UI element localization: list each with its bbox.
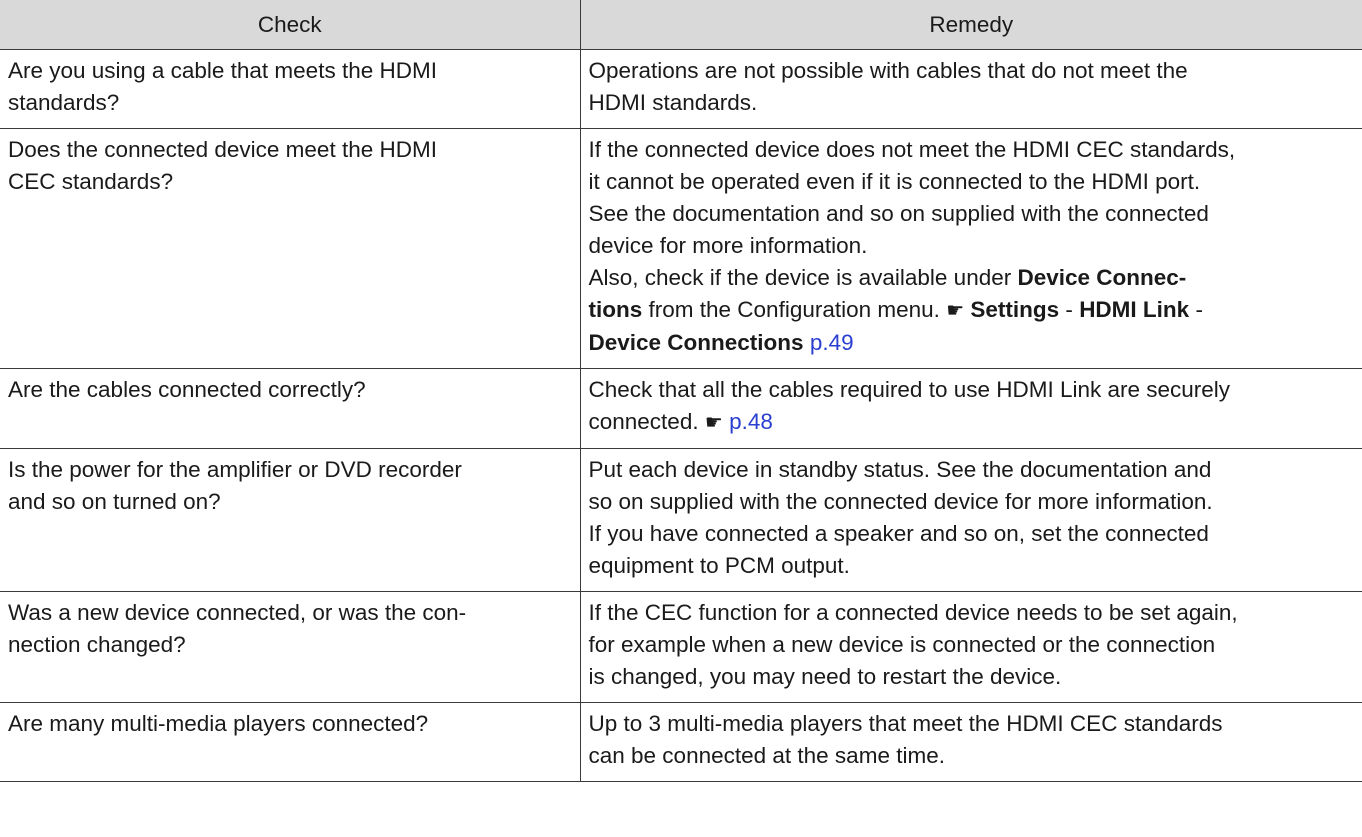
remedy-text: it cannot be operated even if it is conn… (588, 169, 1201, 194)
table-header-row: Check Remedy (0, 0, 1362, 50)
remedy-cell: Check that all the cables required to us… (579, 368, 1362, 449)
table-row: Was a new device connected, or was the c… (0, 591, 1362, 703)
pointing-hand-icon: ☛ (946, 300, 965, 322)
menu-item-device-connections: Device Connec- (1017, 265, 1187, 290)
table-row: Are the cables connected correctly? Chec… (0, 368, 1362, 449)
menu-item-device-connections: tions (588, 297, 643, 322)
remedy-text: Also, check if the device is available u… (589, 262, 1362, 294)
table-row: Does the connected device meet the HDMI … (0, 128, 1362, 369)
check-cell: Are many multi-media players connected? (0, 702, 581, 782)
remedy-text: for example when a new device is connect… (588, 632, 1216, 657)
check-text: Are you using a cable that meets the HDM… (8, 58, 437, 83)
remedy-text: If you have connected a speaker and so o… (588, 521, 1209, 546)
remedy-text: Up to 3 multi-media players that meet th… (588, 711, 1223, 736)
check-text: Does the connected device meet the HDMI (8, 137, 437, 162)
table-row: Are many multi-media players connected? … (0, 702, 1362, 782)
remedy-cell: Operations are not possible with cables … (579, 49, 1362, 129)
menu-path-hdmi-link: HDMI Link (1079, 297, 1190, 322)
check-text: and so on turned on? (8, 489, 221, 514)
remedy-text: If the connected device does not meet th… (588, 137, 1236, 162)
page-reference-link[interactable]: p.49 (810, 330, 854, 355)
remedy-text: is changed, you may need to restart the … (588, 664, 1062, 689)
table-row: Are you using a cable that meets the HDM… (0, 49, 1362, 129)
remedy-text: device for more information. (588, 233, 868, 258)
remedy-text: See the documentation and so on supplied… (588, 201, 1209, 226)
remedy-text: tions from the Configuration menu. ☛ Set… (589, 294, 1362, 327)
check-text: Are many multi-media players connected? (8, 711, 429, 736)
check-cell: Are the cables connected correctly? (0, 368, 581, 449)
pointing-hand-icon: ☛ (704, 412, 723, 434)
check-cell: Was a new device connected, or was the c… (0, 591, 581, 703)
remedy-text: so on supplied with the connected device… (588, 489, 1213, 514)
remedy-cell: If the connected device does not meet th… (579, 128, 1362, 369)
column-header-check: Check (0, 0, 581, 50)
remedy-text: from the Configuration menu. (648, 297, 940, 322)
remedy-text: can be connected at the same time. (588, 743, 945, 768)
remedy-cell: If the CEC function for a connected devi… (579, 591, 1362, 703)
check-text: nection changed? (8, 632, 186, 657)
check-text: Was a new device connected, or was the c… (8, 600, 467, 625)
troubleshooting-table: Check Remedy Are you using a cable that … (0, 0, 1362, 782)
remedy-text: connected. ☛ p.48 (589, 406, 1362, 439)
remedy-text: Put each device in standby status. See t… (588, 457, 1212, 482)
menu-path-device-connections: Device Connections (588, 330, 804, 355)
remedy-text: Device Connections p.49 (589, 327, 1362, 359)
menu-path-settings: Settings (970, 297, 1060, 322)
remedy-text: Check that all the cables required to us… (588, 377, 1231, 402)
remedy-text: equipment to PCM output. (588, 553, 850, 578)
check-cell: Are you using a cable that meets the HDM… (0, 49, 581, 129)
remedy-text: If the CEC function for a connected devi… (588, 600, 1238, 625)
remedy-text: HDMI standards. (588, 90, 758, 115)
check-text: standards? (8, 90, 120, 115)
check-text: Is the power for the amplifier or DVD re… (8, 457, 462, 482)
check-cell: Is the power for the amplifier or DVD re… (0, 448, 581, 592)
menu-path-separator: - (1065, 297, 1073, 322)
remedy-text: Operations are not possible with cables … (588, 58, 1188, 83)
check-text: CEC standards? (8, 169, 174, 194)
page-reference-link[interactable]: p.48 (729, 409, 773, 434)
table-row: Is the power for the amplifier or DVD re… (0, 448, 1362, 592)
menu-path-separator: - (1195, 297, 1203, 322)
remedy-text: connected. (588, 409, 699, 434)
remedy-text: Also, check if the device is available u… (588, 265, 1012, 290)
remedy-cell: Put each device in standby status. See t… (579, 448, 1362, 592)
column-header-remedy: Remedy (579, 0, 1362, 50)
remedy-cell: Up to 3 multi-media players that meet th… (579, 702, 1362, 782)
check-cell: Does the connected device meet the HDMI … (0, 128, 581, 369)
check-text: Are the cables connected correctly? (8, 377, 366, 402)
